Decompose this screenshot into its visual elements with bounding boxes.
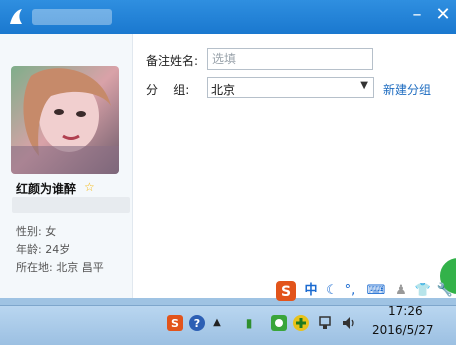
network-icon[interactable] bbox=[316, 314, 334, 332]
add-friend-window: – ✕ 红颜为谁醉 ☆ 性别: 女 年龄: 24岁 所在地: 北京 昌平 备注姓… bbox=[0, 0, 456, 298]
remark-name-label: 备注姓名: bbox=[146, 54, 199, 68]
punctuation-icon[interactable]: °, bbox=[342, 280, 358, 302]
remark-name-input[interactable] bbox=[207, 48, 373, 70]
volume-icon[interactable] bbox=[340, 314, 358, 332]
star-icon: ☆ bbox=[84, 180, 95, 194]
clock-date[interactable]: 2016/5/27 bbox=[372, 323, 434, 337]
chinese-mode-toggle[interactable]: 中 bbox=[302, 280, 320, 302]
avatar bbox=[11, 66, 119, 174]
nickname: 红颜为谁醉 bbox=[16, 182, 77, 196]
app-logo-icon bbox=[10, 9, 22, 24]
svg-text:S: S bbox=[281, 284, 291, 300]
group-select[interactable]: 北京 ▼ bbox=[207, 77, 374, 98]
account-id-blurred bbox=[12, 197, 130, 213]
moon-icon[interactable]: ☾ bbox=[324, 280, 340, 302]
close-button[interactable]: ✕ bbox=[430, 2, 456, 28]
help-icon[interactable]: ? bbox=[188, 314, 206, 332]
gender-text: 性别: 女 bbox=[16, 225, 57, 238]
sogou-tray-icon[interactable]: S bbox=[166, 314, 184, 332]
profile-panel: 红颜为谁醉 ☆ 性别: 女 年龄: 24岁 所在地: 北京 昌平 bbox=[0, 34, 133, 298]
add-plus-icon[interactable] bbox=[292, 314, 310, 332]
keyboard-icon[interactable]: ⌨ bbox=[366, 280, 386, 302]
age-text: 年龄: 24岁 bbox=[16, 243, 71, 256]
shirt-icon[interactable]: 👕 bbox=[414, 280, 432, 302]
app-green-icon[interactable] bbox=[270, 314, 288, 332]
group-select-value: 北京 bbox=[211, 83, 236, 97]
title-bar: – ✕ bbox=[0, 0, 456, 34]
wrench-icon[interactable]: 🔧 bbox=[436, 280, 454, 302]
minimize-button[interactable]: – bbox=[404, 2, 430, 28]
new-group-link[interactable]: 新建分组 bbox=[383, 81, 431, 98]
sogou-logo-icon[interactable]: S bbox=[274, 280, 298, 302]
usb-icon[interactable]: ▮ bbox=[240, 314, 258, 332]
svg-text:?: ? bbox=[194, 317, 200, 330]
show-hidden-icons-icon[interactable]: ▲ bbox=[208, 314, 226, 332]
user-icon[interactable]: ♟ bbox=[392, 280, 410, 302]
clock-time[interactable]: 17:26 bbox=[388, 304, 423, 318]
group-label: 分 组: bbox=[146, 83, 190, 97]
svg-text:S: S bbox=[171, 317, 179, 330]
ime-toolbar: S 中 ☾ °, ⌨ ♟ 👕 🔧 bbox=[270, 280, 456, 304]
location-text: 所在地: 北京 昌平 bbox=[16, 261, 104, 274]
chevron-down-icon: ▼ bbox=[360, 80, 368, 91]
window-title-blurred bbox=[32, 9, 112, 25]
